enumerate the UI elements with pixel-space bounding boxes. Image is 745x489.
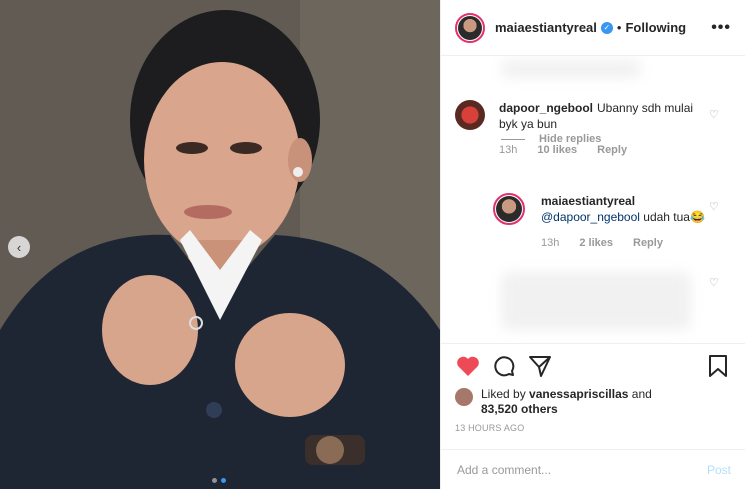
reply-meta: 13h 2 likes Reply: [541, 235, 705, 251]
separator-dot: •: [616, 20, 622, 35]
carousel-prev-button[interactable]: ‹: [8, 236, 30, 258]
likes-summary: Liked by vanessapriscillas and 83,520 ot…: [441, 387, 745, 417]
hide-replies-button[interactable]: Hide replies: [501, 133, 601, 145]
likes-count[interactable]: 83,520 others: [481, 402, 558, 416]
more-options-icon[interactable]: •••: [711, 19, 731, 37]
liker-avatar[interactable]: [455, 388, 473, 406]
comments-section[interactable]: dapoor_ngebool Ubanny sdh mulai byk ya bu…: [441, 56, 745, 343]
blurred-content: [501, 60, 641, 78]
blurred-content: [501, 272, 691, 330]
comment-like-heart-icon[interactable]: ♡: [709, 108, 719, 121]
reply-text: udah tua😂: [639, 210, 705, 224]
likes-and: and: [628, 387, 652, 401]
comment-item: dapoor_ngebool Ubanny sdh mulai byk ya bu…: [455, 100, 715, 158]
carousel-dots: [212, 478, 226, 483]
reply-reply-button[interactable]: Reply: [633, 235, 663, 251]
author-avatar[interactable]: [455, 12, 485, 43]
carousel-dot-active: [221, 478, 226, 483]
like-heart-icon[interactable]: [455, 353, 481, 379]
reply-avatar[interactable]: [493, 193, 525, 225]
post-photo[interactable]: ‹: [0, 0, 440, 489]
likes-prefix: Liked by: [481, 387, 530, 401]
reply-like-heart-icon[interactable]: ♡: [709, 200, 719, 213]
reply-username[interactable]: maiaestiantyreal: [541, 194, 635, 208]
reply-item: maiaestiantyreal @dapoor_ngebool udah tu…: [493, 193, 713, 251]
commenter-avatar[interactable]: [455, 100, 485, 130]
hide-replies-label: Hide replies: [539, 133, 602, 145]
reply-time: 13h: [541, 237, 560, 249]
carousel-dot: [212, 478, 217, 483]
post-sidebar: maiaestiantyreal ✓ • Following ••• dapoo…: [440, 0, 745, 489]
liker-username[interactable]: vanessapriscillas: [529, 387, 628, 401]
post-timestamp[interactable]: 13 HOURS AGO: [441, 423, 745, 441]
bookmark-icon[interactable]: [705, 353, 731, 379]
comment-input[interactable]: [455, 461, 707, 478]
comment-username[interactable]: dapoor_ngebool: [499, 101, 593, 115]
comment-body: dapoor_ngebool Ubanny sdh mulai byk ya bu…: [499, 100, 715, 158]
likes-text: Liked by vanessapriscillas and 83,520 ot…: [481, 387, 652, 417]
author-username[interactable]: maiaestiantyreal: [495, 20, 597, 35]
reply-body: maiaestiantyreal @dapoor_ngebool udah tu…: [541, 193, 705, 251]
add-comment-bar: Post: [441, 449, 745, 489]
post-actions: [441, 343, 745, 387]
reply-likes[interactable]: 2 likes: [579, 235, 613, 251]
share-send-icon[interactable]: [527, 353, 553, 379]
reply-mention[interactable]: @dapoor_ngebool: [541, 210, 640, 224]
post-photo-illustration: [0, 0, 440, 489]
post-header: maiaestiantyreal ✓ • Following •••: [441, 0, 745, 56]
post-comment-button[interactable]: Post: [707, 463, 731, 477]
comment-like-heart-icon[interactable]: ♡: [709, 276, 719, 289]
reply-button[interactable]: Reply: [597, 142, 627, 158]
comment-bubble-icon[interactable]: [491, 353, 517, 379]
chevron-left-icon: ‹: [16, 239, 22, 255]
verified-badge-icon: ✓: [600, 21, 613, 34]
instagram-post: ‹ maiaestiantyreal ✓ • Following ••• dap…: [0, 0, 745, 489]
following-button[interactable]: Following: [625, 20, 686, 35]
